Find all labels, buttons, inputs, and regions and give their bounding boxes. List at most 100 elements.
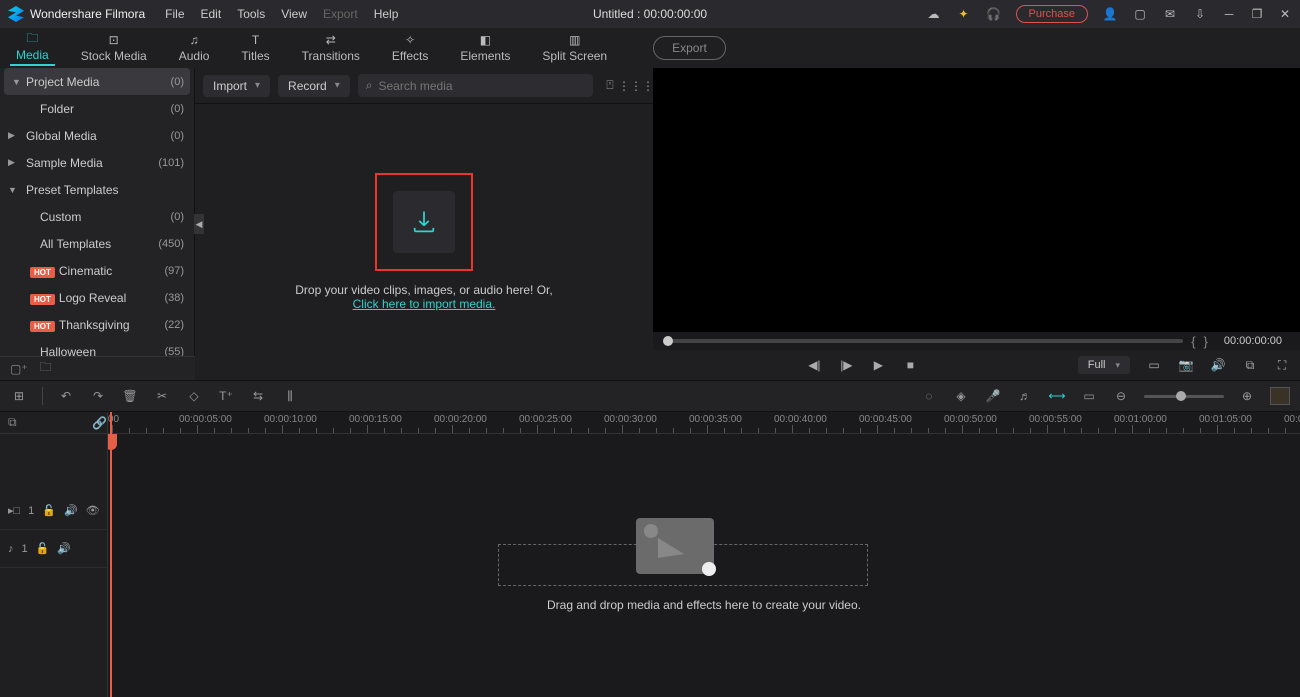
tab-transitions[interactable]: ⇄Transitions (296, 31, 366, 65)
sidebar-item-thanksgiving[interactable]: HOTThanksgiving(22) (0, 311, 194, 338)
tab-media[interactable]: 🗀Media (10, 30, 55, 66)
sidebar-item-custom[interactable]: Custom(0) (0, 203, 194, 230)
cloud-icon[interactable]: ☁ (926, 6, 942, 22)
timeline-link-icon[interactable]: 🔗 (92, 416, 107, 430)
menu-tools[interactable]: Tools (237, 7, 265, 21)
ruler-tick: 00:00:25:00 (519, 414, 572, 425)
next-frame-button[interactable]: |▶ (838, 358, 854, 372)
tab-elements[interactable]: ◧Elements (454, 31, 516, 65)
delete-icon[interactable]: 🗑 (121, 389, 139, 403)
ruler-tick: 00:00:50:00 (944, 414, 997, 425)
account-icon[interactable]: 👤 (1102, 6, 1118, 22)
transitions-icon: ⇄ (322, 33, 340, 47)
zoom-slider[interactable] (1144, 395, 1224, 398)
minimize-button[interactable]: ─ (1222, 7, 1236, 21)
render-icon[interactable]: ◌ (920, 389, 938, 403)
undo-icon[interactable]: ↶ (57, 389, 75, 403)
mute-icon[interactable]: 🔊 (57, 542, 71, 555)
redo-icon[interactable]: ↷ (89, 389, 107, 403)
sidebar-item-folder[interactable]: Folder(0) (0, 95, 194, 122)
ruler-tick: 00:00:30:00 (604, 414, 657, 425)
record-dropdown[interactable]: Record (278, 75, 350, 97)
stop-button[interactable]: ■ (902, 358, 918, 372)
sidebar-item-halloween[interactable]: Halloween(55) (0, 338, 194, 356)
drag-thumbnail (636, 518, 714, 574)
text-icon[interactable]: T⁺ (217, 389, 235, 403)
export-button[interactable]: Export (653, 36, 726, 60)
maximize-button[interactable]: ❐ (1250, 7, 1264, 21)
sidebar-item-sample-media[interactable]: ▶Sample Media(101) (0, 149, 194, 176)
manage-tracks-icon[interactable]: ⊞ (10, 389, 28, 403)
mute-icon[interactable]: 🔊 (64, 504, 78, 517)
visibility-icon[interactable]: 👁 (86, 504, 100, 517)
sidebar-item-all-templates[interactable]: All Templates(450) (0, 230, 194, 257)
import-link[interactable]: Click here to import media. (353, 297, 496, 311)
import-dropdown[interactable]: Import (203, 75, 270, 97)
snap-icon[interactable]: ▭ (1080, 389, 1098, 403)
mark-out-button[interactable]: } (1204, 334, 1208, 349)
menu-file[interactable]: File (165, 7, 184, 21)
tab-audio[interactable]: ♫Audio (173, 31, 216, 65)
fullscreen-icon[interactable]: ⛶ (1274, 358, 1290, 373)
lock-icon[interactable]: 🔓 (36, 542, 50, 555)
new-folder-icon[interactable]: ▢⁺ (10, 362, 28, 376)
tab-stock-media[interactable]: ⊡Stock Media (75, 31, 153, 65)
snapshot-icon[interactable]: 📷 (1178, 358, 1194, 372)
preview-quality-dropdown[interactable]: Full (1078, 356, 1130, 374)
audio-track-number: 1 (22, 543, 28, 555)
sidebar-item-preset-templates[interactable]: ▼Preset Templates (0, 176, 194, 203)
split-icon[interactable]: ✂ (153, 389, 171, 403)
search-input[interactable] (379, 79, 586, 93)
voiceover-icon[interactable]: 🎤 (984, 389, 1002, 403)
notification-icon[interactable]: ✉ (1162, 6, 1178, 22)
video-track-header[interactable]: ▸□ 1 🔓 🔊 👁 (0, 492, 107, 530)
pip-icon[interactable]: ⧉ (1242, 358, 1258, 373)
preview-scrubber[interactable] (663, 339, 1183, 343)
collapse-sidebar-button[interactable]: ◀ (194, 214, 204, 234)
import-media-button[interactable] (393, 191, 455, 253)
sidebar-item-global-media[interactable]: ▶Global Media(0) (0, 122, 194, 149)
timeline-ruler[interactable]: 00:0000:00:05:0000:00:10:0000:00:15:0000… (108, 412, 1300, 434)
purchase-button[interactable]: Purchase (1016, 5, 1088, 23)
play-button[interactable]: ▶ (870, 358, 886, 372)
chevron-down-icon: ▼ (8, 185, 17, 195)
marker-icon[interactable]: ◈ (952, 389, 970, 403)
menu-edit[interactable]: Edit (201, 7, 222, 21)
track-body[interactable]: 00:0000:00:05:0000:00:10:0000:00:15:0000… (108, 412, 1300, 697)
menu-view[interactable]: View (281, 7, 307, 21)
tab-titles[interactable]: TTitles (235, 31, 275, 65)
auto-ripple-icon[interactable]: ⟷ (1048, 389, 1066, 403)
filter-icon[interactable]: ⍞ (601, 78, 619, 93)
tab-split-screen[interactable]: ▥Split Screen (536, 31, 613, 65)
zoom-out-icon[interactable]: ⊖ (1112, 389, 1130, 403)
tab-effects[interactable]: ✧Effects (386, 31, 434, 65)
timeline-clipboard-icon[interactable]: ⧉ (8, 415, 17, 430)
close-button[interactable]: ✕ (1278, 7, 1292, 21)
sidebar-item-logo-reveal[interactable]: HOTLogo Reveal(38) (0, 284, 194, 311)
audio-mixer-icon[interactable]: ♬ (1016, 389, 1034, 403)
adjust-icon[interactable]: ⫼ (281, 389, 299, 404)
mark-in-button[interactable]: { (1191, 334, 1195, 349)
tips-icon[interactable]: ✦ (956, 6, 972, 22)
playhead[interactable] (110, 412, 112, 697)
folder-icon[interactable]: 🗀 (40, 358, 52, 379)
mic-cloud-icon[interactable]: ⇩ (1192, 6, 1208, 22)
lock-icon[interactable]: 🔓 (42, 504, 56, 517)
timeline-drop-zone[interactable]: Drag and drop media and effects here to … (308, 526, 1100, 586)
tab-audio-label: Audio (179, 49, 210, 63)
prev-frame-button[interactable]: ◀| (806, 358, 822, 372)
grid-view-icon[interactable]: ⋮⋮⋮ (627, 79, 645, 93)
zoom-in-icon[interactable]: ⊕ (1238, 389, 1256, 403)
save-icon[interactable]: ▢ (1132, 6, 1148, 22)
media-drop-area[interactable]: Drop your video clips, images, or audio … (195, 104, 653, 380)
display-icon[interactable]: ▭ (1146, 358, 1162, 372)
audio-track-header[interactable]: ♪ 1 🔓 🔊 (0, 530, 107, 568)
speed-icon[interactable]: ⇆ (249, 389, 267, 403)
sidebar-item-cinematic[interactable]: HOTCinematic(97) (0, 257, 194, 284)
sidebar-item-project-media[interactable]: ▼Project Media(0) (4, 68, 190, 95)
crop-icon[interactable]: ◇ (185, 389, 203, 403)
support-icon[interactable]: 🎧 (986, 6, 1002, 22)
menu-help[interactable]: Help (374, 7, 399, 21)
volume-icon[interactable]: 🔊 (1210, 358, 1226, 372)
track-color-swatch[interactable] (1270, 387, 1290, 405)
